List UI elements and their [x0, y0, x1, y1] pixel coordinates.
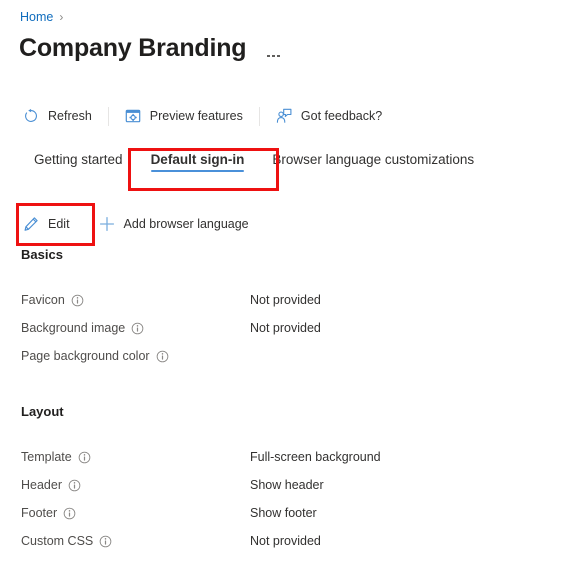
property-label: Footer: [21, 506, 250, 520]
dot: [267, 54, 270, 57]
feedback-icon: [276, 108, 292, 123]
basics-heading: Basics: [21, 247, 63, 262]
more-options-icon[interactable]: [265, 52, 282, 61]
property-row-page-background-color: Page background color: [21, 342, 441, 370]
info-icon[interactable]: [78, 451, 91, 464]
breadcrumb-item-home[interactable]: Home: [20, 9, 53, 25]
property-row-custom-css: Custom CSS Not provided: [21, 527, 441, 555]
preview-features-icon: [125, 109, 141, 123]
property-row-footer: Footer Show footer: [21, 499, 441, 527]
background-image-label: Background image: [21, 321, 126, 335]
template-label: Template: [21, 450, 72, 464]
page-background-color-label: Page background color: [21, 349, 150, 363]
property-label: Template: [21, 450, 250, 464]
divider: [258, 106, 260, 126]
footer-value: Show footer: [250, 506, 317, 520]
refresh-icon: [25, 108, 37, 122]
add-browser-language-button[interactable]: Add browser language: [99, 212, 249, 236]
custom-css-label: Custom CSS: [21, 534, 94, 548]
add-browser-language-label: Add browser language: [123, 217, 249, 231]
pencil-icon: [24, 217, 38, 231]
dot: [277, 54, 280, 57]
preview-features-button[interactable]: Preview features: [123, 102, 245, 130]
dot: [272, 54, 275, 57]
refresh-label: Refresh: [48, 109, 92, 123]
layout-section: Layout Template Full-screen background H…: [21, 403, 441, 555]
action-bar: Edit Add browser language: [23, 212, 249, 236]
chevron-right-icon: ›: [59, 10, 64, 24]
background-image-value: Not provided: [250, 321, 321, 335]
property-row-template: Template Full-screen background: [21, 443, 441, 471]
tab-browser-language-customizations[interactable]: Browser language customizations: [258, 152, 488, 178]
tab-label: Getting started: [34, 152, 123, 167]
header-value: Show header: [250, 478, 324, 492]
tab-label: Browser language customizations: [272, 152, 475, 167]
info-icon[interactable]: [71, 294, 84, 307]
favicon-value: Not provided: [250, 293, 321, 307]
layout-heading: Layout: [21, 404, 64, 419]
got-feedback-button[interactable]: Got feedback?: [274, 102, 384, 130]
template-value: Full-screen background: [250, 450, 381, 464]
edit-label: Edit: [48, 217, 70, 231]
page-title: Company Branding: [19, 34, 247, 62]
property-label: Background image: [21, 321, 250, 335]
tab-label: Default sign-in: [150, 152, 245, 167]
property-label: Favicon: [21, 293, 250, 307]
breadcrumb: Home ›: [20, 9, 63, 25]
info-icon[interactable]: [156, 350, 169, 363]
refresh-button[interactable]: Refresh: [21, 102, 94, 130]
favicon-label: Favicon: [21, 293, 65, 307]
tab-getting-started[interactable]: Getting started: [20, 152, 137, 178]
title-row: Company Branding: [19, 33, 282, 63]
tab-default-sign-in[interactable]: Default sign-in: [137, 152, 259, 178]
tab-bar: Getting started Default sign-in Browser …: [20, 152, 488, 178]
custom-css-value: Not provided: [250, 534, 321, 548]
property-label: Page background color: [21, 349, 250, 363]
command-bar: Refresh Preview features Got feedback?: [21, 102, 384, 130]
info-icon[interactable]: [68, 479, 81, 492]
active-tab-indicator: [150, 169, 245, 172]
got-feedback-label: Got feedback?: [300, 109, 383, 123]
property-row-header: Header Show header: [21, 471, 441, 499]
info-icon[interactable]: [63, 507, 76, 520]
preview-features-label: Preview features: [149, 109, 243, 123]
property-row-background-image: Background image Not provided: [21, 314, 441, 342]
property-label: Header: [21, 478, 250, 492]
edit-button[interactable]: Edit: [23, 212, 70, 236]
property-label: Custom CSS: [21, 534, 250, 548]
footer-label: Footer: [21, 506, 58, 520]
divider: [107, 106, 109, 126]
header-label: Header: [21, 478, 62, 492]
info-icon[interactable]: [131, 322, 144, 335]
info-icon[interactable]: [99, 535, 112, 548]
property-row-favicon: Favicon Not provided: [21, 286, 441, 314]
plus-icon: [99, 216, 114, 232]
basics-section: Basics Favicon Not provided Background i…: [21, 246, 441, 370]
